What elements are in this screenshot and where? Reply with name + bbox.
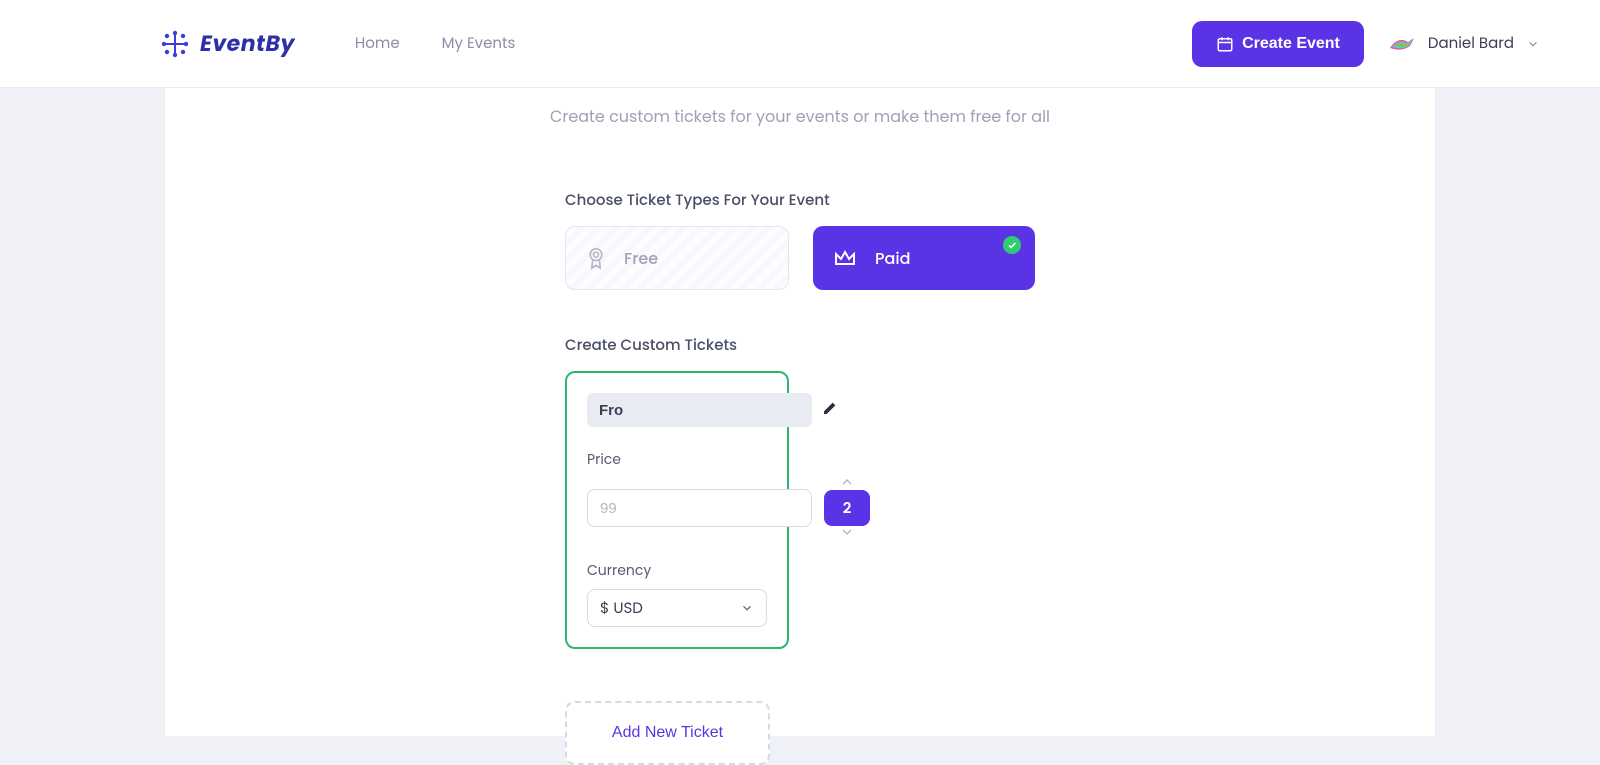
avatar — [1388, 34, 1416, 54]
check-icon — [1003, 236, 1021, 254]
ticket-form: Choose Ticket Types For Your Event Free … — [565, 189, 1035, 765]
calendar-icon — [1216, 35, 1234, 53]
page-stage: Create custom tickets for your events or… — [0, 88, 1600, 736]
header-bar: EventBy Home My Events Create Event Dani… — [0, 0, 1600, 88]
chevron-down-icon — [1526, 37, 1540, 51]
price-input[interactable] — [587, 489, 812, 527]
currency-label: Currency — [587, 560, 767, 581]
create-event-label: Create Event — [1242, 35, 1340, 53]
nav-home[interactable]: Home — [355, 32, 400, 55]
add-new-ticket-button[interactable]: Add New Ticket — [565, 701, 770, 765]
currency-select[interactable]: $ USD — [587, 589, 767, 627]
ticket-name-input[interactable] — [587, 393, 812, 427]
create-event-button[interactable]: Create Event — [1192, 21, 1364, 67]
price-label: Price — [587, 449, 767, 470]
chevron-down-icon — [740, 601, 754, 615]
qty-up[interactable] — [842, 478, 852, 488]
paid-label: Paid — [875, 246, 910, 271]
user-menu[interactable]: Daniel Bard — [1388, 32, 1540, 55]
add-ticket-label: Add New Ticket — [612, 724, 723, 742]
nav-my-events[interactable]: My Events — [442, 32, 516, 55]
logo[interactable]: EventBy — [160, 27, 295, 60]
qty-value[interactable]: 2 — [824, 490, 870, 526]
price-row: 2 — [587, 478, 767, 538]
crown-icon — [833, 248, 857, 268]
qty-down[interactable] — [842, 528, 852, 538]
badge-icon — [586, 246, 606, 270]
ticket-type-row: Free Paid — [565, 226, 1035, 290]
edit-icon[interactable] — [822, 398, 838, 423]
currency-value: $ USD — [600, 597, 643, 620]
content-card: Create custom tickets for your events or… — [165, 88, 1435, 736]
main-nav: Home My Events — [355, 32, 515, 55]
user-name: Daniel Bard — [1428, 32, 1514, 55]
free-label: Free — [624, 246, 658, 271]
ticket-type-free[interactable]: Free — [565, 226, 789, 290]
custom-tickets-label: Create Custom Tickets — [565, 334, 1035, 357]
quantity-stepper: 2 — [824, 478, 870, 538]
ticket-card: Price 2 Currency $ USD — [565, 371, 789, 649]
choose-types-label: Choose Ticket Types For Your Event — [565, 189, 1035, 212]
ticket-type-paid[interactable]: Paid — [813, 226, 1035, 290]
ticket-name-row — [587, 393, 767, 427]
logo-icon — [160, 29, 190, 59]
logo-text: EventBy — [200, 27, 295, 60]
page-subheading: Create custom tickets for your events or… — [165, 88, 1435, 129]
